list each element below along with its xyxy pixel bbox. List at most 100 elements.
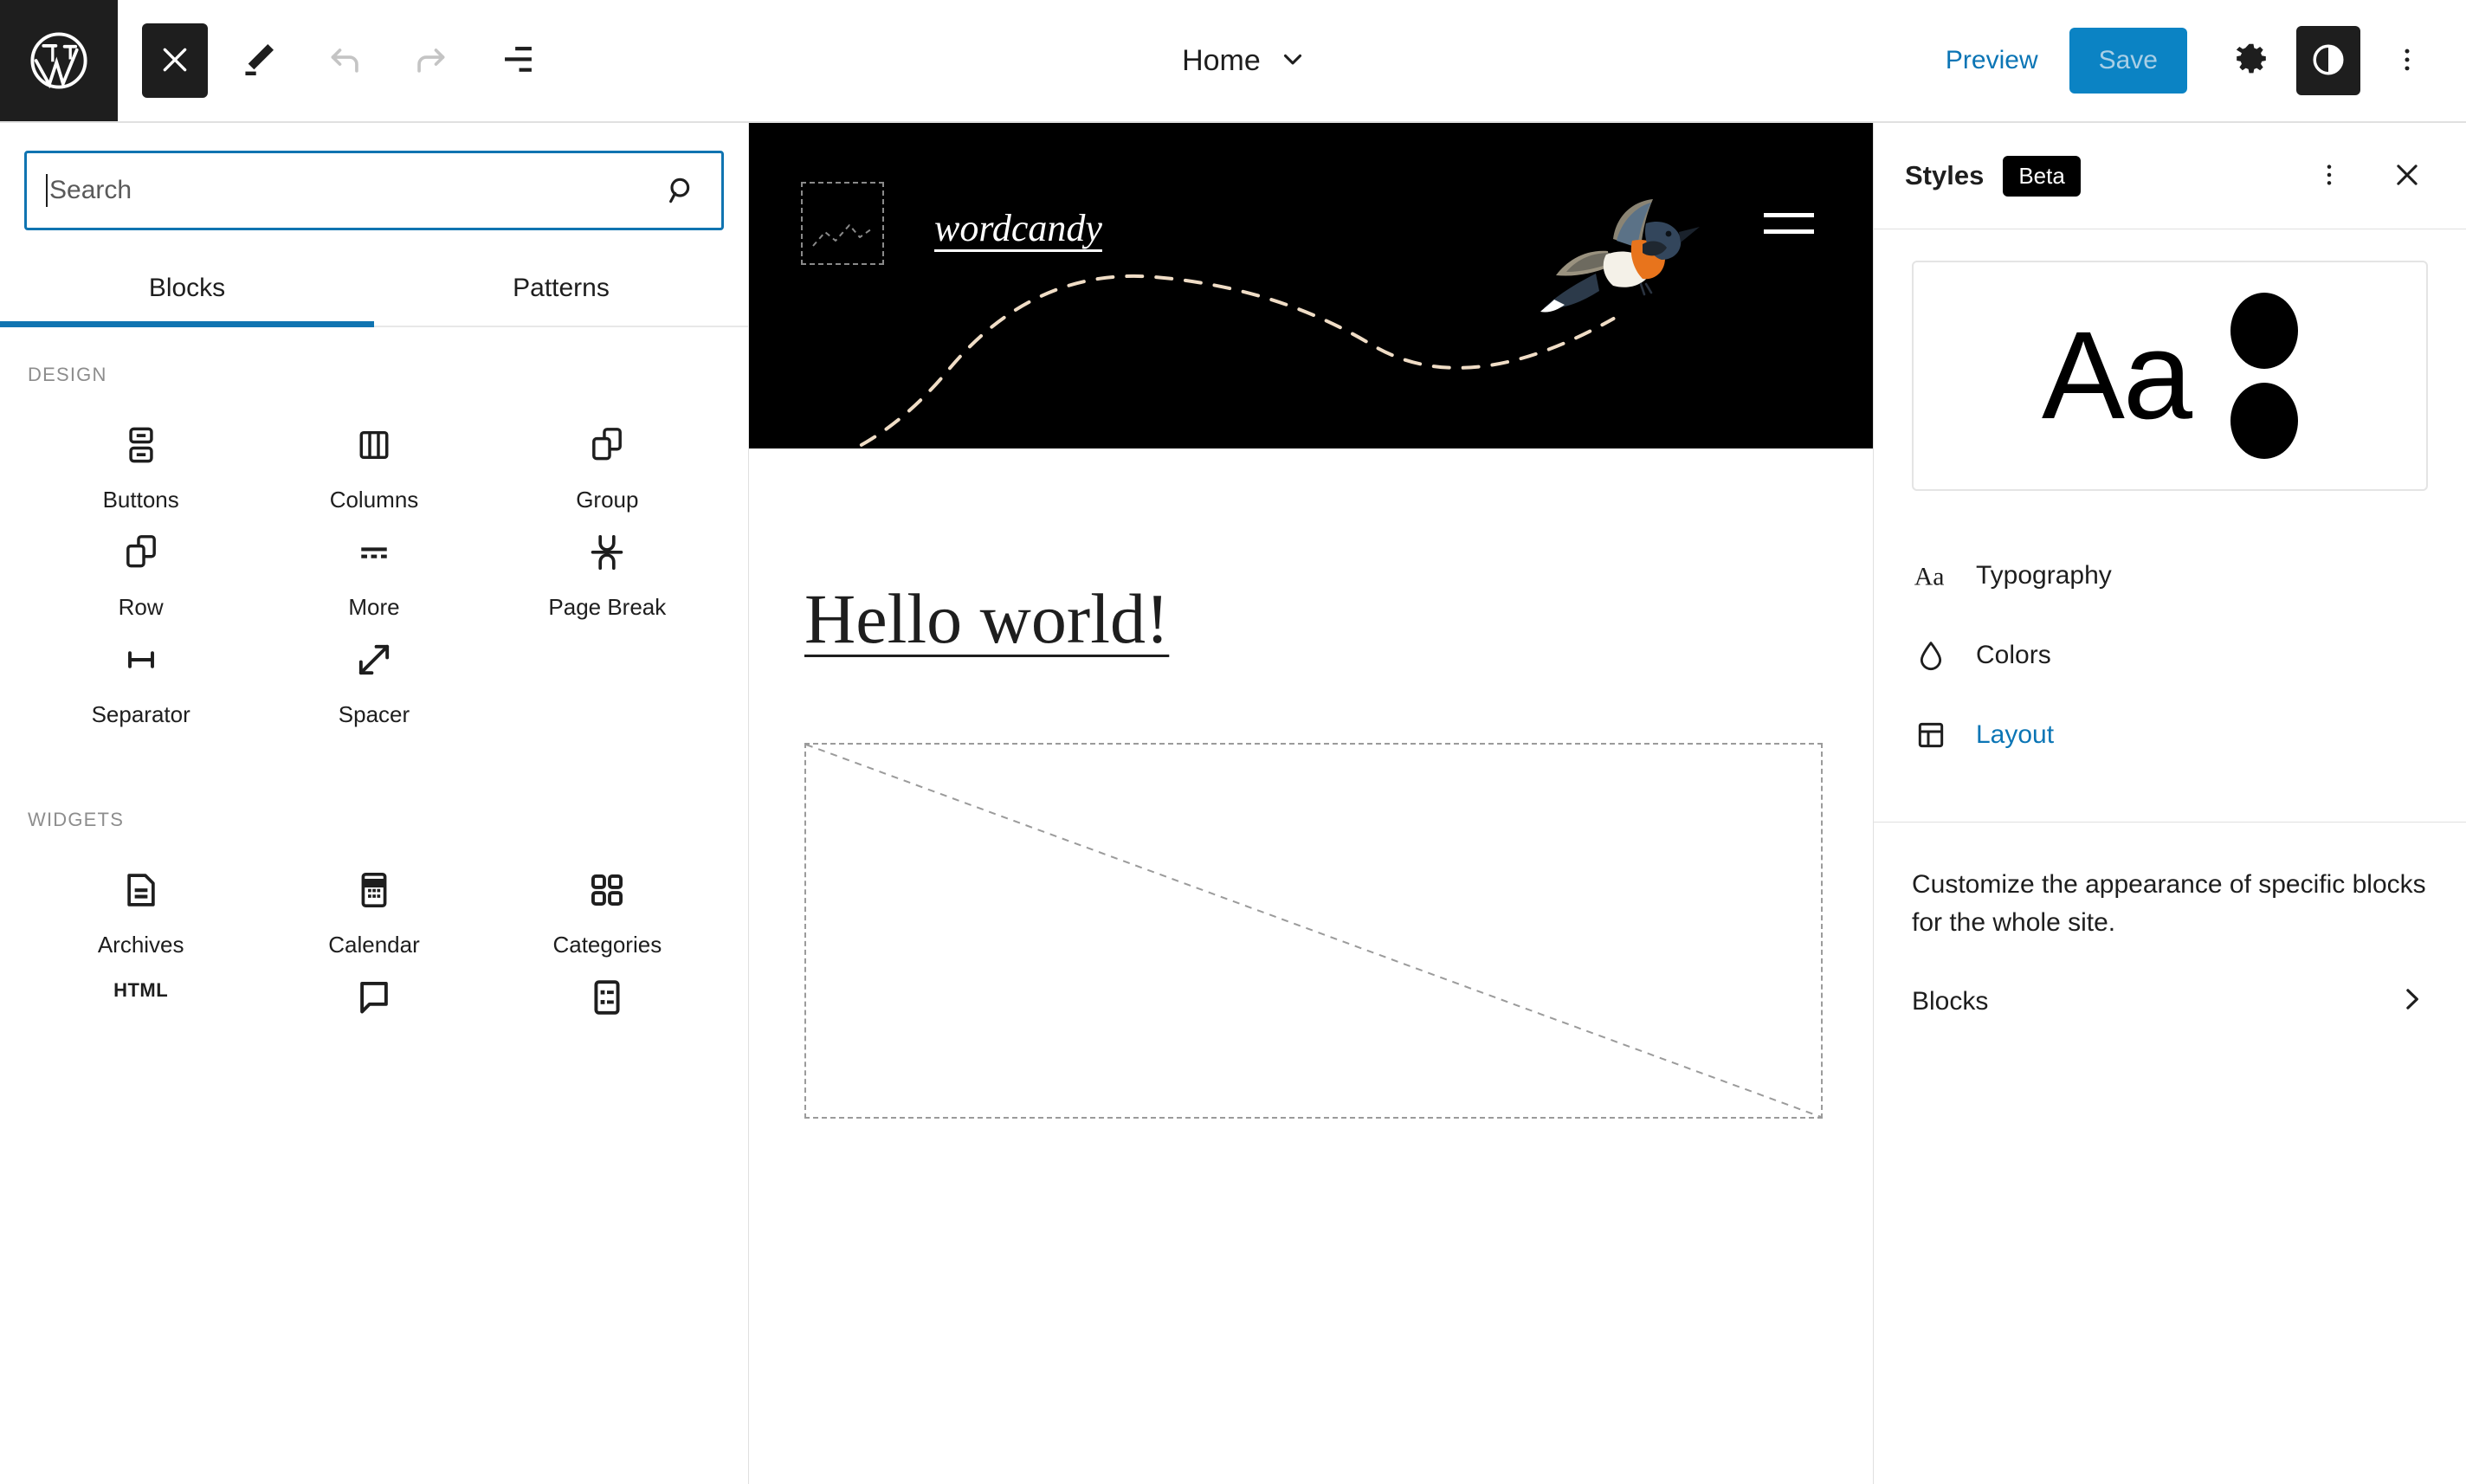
archives-icon — [119, 868, 164, 913]
featured-image-placeholder[interactable] — [804, 743, 1823, 1119]
styles-preview-section: Aa — [1874, 229, 2466, 491]
flying-bird-decoration — [749, 199, 1873, 448]
more-options-icon — [2392, 45, 2422, 77]
search-input[interactable] — [48, 176, 664, 205]
document-title: Home — [1182, 43, 1261, 77]
block-item-separator[interactable]: Separator — [24, 615, 257, 727]
more-options-button[interactable] — [2372, 26, 2442, 95]
styles-contrast-icon — [2309, 41, 2347, 81]
block-item-spacer[interactable]: Spacer — [257, 615, 490, 727]
site-header-block[interactable]: wordcandy — [749, 123, 1873, 448]
group-icon — [584, 423, 629, 468]
list-view-button[interactable] — [481, 24, 554, 97]
block-item-row[interactable]: Row — [24, 507, 257, 620]
tab-patterns[interactable]: Patterns — [374, 260, 748, 326]
categories-icon — [584, 868, 629, 913]
typography-icon: Aa — [1912, 557, 1950, 595]
close-icon — [2391, 158, 2424, 194]
block-inserter-sidebar: Blocks Patterns DESIGN — [0, 123, 749, 1484]
settings-button[interactable] — [2217, 26, 2286, 95]
more-icon — [352, 530, 397, 575]
list-icon — [584, 975, 629, 1020]
chevron-down-icon — [1278, 44, 1307, 78]
styles-menu-item-layout[interactable]: Layout — [1874, 695, 2466, 775]
block-grid-widgets: Archives Calendar Categories HTML — [24, 845, 724, 1060]
close-button[interactable] — [142, 23, 208, 98]
wordpress-logo-button[interactable] — [0, 0, 118, 121]
palette-swatch — [2230, 293, 2299, 369]
row-icon — [119, 530, 164, 575]
styles-menu-item-typography[interactable]: Aa Typography — [1874, 536, 2466, 616]
search-area — [0, 123, 748, 230]
topbar-right-tools: Preview Save — [1921, 0, 2466, 121]
block-item-latest-comments[interactable]: Latest Comments — [257, 952, 490, 1060]
section-label-widgets: WIDGETS — [28, 809, 125, 830]
styles-panel-title: Styles — [1905, 160, 1985, 190]
block-item-archives[interactable]: Archives — [24, 845, 257, 958]
post-content-area: Hello world! — [749, 448, 1873, 1119]
styles-blocks-label: Blocks — [1912, 986, 1989, 1016]
style-preview-palette — [2230, 293, 2299, 459]
redo-button[interactable] — [395, 24, 468, 97]
hamburger-menu-icon[interactable] — [1764, 213, 1814, 246]
styles-menu-label: Layout — [1976, 720, 2055, 749]
calendar-icon — [352, 868, 397, 913]
wordpress-site-editor: Home Preview Save Search Blocks Patterns… — [0, 0, 2466, 1484]
svg-text:Aa: Aa — [1914, 563, 1945, 591]
block-item-categories[interactable]: Categories — [491, 845, 724, 958]
html-icon: HTML — [113, 978, 169, 1001]
styles-more-options-button[interactable] — [2295, 141, 2364, 210]
styles-blocks-row[interactable]: Blocks — [1874, 941, 2466, 1020]
close-icon — [158, 42, 192, 80]
inserter-content: DESIGN Buttons Columns Group Row More Pa… — [0, 327, 748, 1484]
style-preview-card[interactable]: Aa — [1912, 261, 2428, 491]
site-logo-placeholder[interactable] — [801, 182, 884, 265]
block-item-columns[interactable]: Columns — [257, 400, 490, 513]
styles-panel-header: Styles Beta — [1874, 123, 2466, 229]
preview-button[interactable]: Preview — [1921, 46, 2063, 75]
spacer-icon — [352, 637, 397, 682]
styles-menu-item-colors[interactable]: Colors — [1874, 616, 2466, 695]
section-label-design: DESIGN — [28, 364, 107, 385]
page-break-icon — [584, 530, 629, 575]
chevron-right-icon — [2395, 983, 2428, 1020]
global-styles-panel: Styles Beta Aa Aa Typography Colors Layo… — [1873, 123, 2466, 1484]
styles-close-button[interactable] — [2372, 141, 2442, 210]
block-item-buttons[interactable]: Buttons — [24, 400, 257, 513]
list-view-icon — [498, 40, 538, 82]
editor-canvas[interactable]: wordcandy Hello world! — [749, 123, 1873, 1484]
settings-gear-icon — [2233, 42, 2269, 81]
styles-panel-description: Customize the appearance of specific blo… — [1912, 870, 2426, 937]
site-title[interactable]: wordcandy — [934, 206, 1102, 250]
block-label: Separator — [91, 701, 190, 727]
save-button[interactable]: Save — [2069, 28, 2187, 94]
block-item-page-break[interactable]: Page Break — [491, 507, 724, 620]
block-item-custom-html[interactable]: HTML Custom HTML — [24, 952, 257, 1060]
beta-badge: Beta — [2003, 155, 2081, 197]
palette-swatch — [2230, 383, 2299, 459]
inserter-tabs: Blocks Patterns — [0, 260, 748, 327]
search-box[interactable] — [24, 151, 724, 230]
block-item-latest-posts[interactable]: Latest Posts — [491, 952, 724, 1060]
columns-icon — [352, 423, 397, 468]
block-item-more[interactable]: More — [257, 507, 490, 620]
edit-pencil-icon — [238, 40, 278, 82]
block-item-group[interactable]: Group — [491, 400, 724, 513]
block-item-calendar[interactable]: Calendar — [257, 845, 490, 958]
document-title-area[interactable]: Home — [568, 0, 1921, 121]
post-title[interactable]: Hello world! — [804, 578, 1169, 660]
styles-panel-actions — [2295, 141, 2442, 210]
editor-top-bar: Home Preview Save — [0, 0, 2466, 123]
style-preview-sample-text: Aa — [2041, 306, 2192, 445]
undo-icon — [326, 41, 364, 81]
styles-button[interactable] — [2296, 26, 2360, 95]
more-options-icon — [2315, 161, 2343, 191]
styles-menu-label: Colors — [1976, 641, 2051, 669]
block-grid-design: Buttons Columns Group Row More Page Brea… — [24, 400, 724, 727]
undo-button[interactable] — [308, 24, 381, 97]
tab-blocks[interactable]: Blocks — [0, 260, 374, 327]
search-icon — [664, 173, 721, 208]
buttons-icon — [119, 423, 164, 468]
edit-mode-button[interactable] — [222, 24, 294, 97]
redo-icon — [412, 41, 450, 81]
